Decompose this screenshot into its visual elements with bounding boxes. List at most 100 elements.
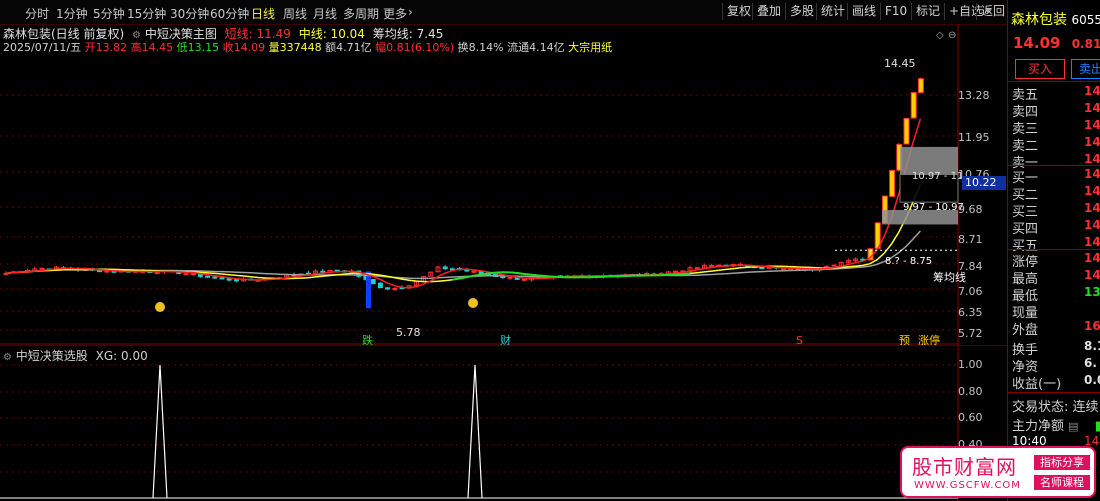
yu-marker: 预 (899, 334, 910, 345)
candle-body (370, 279, 376, 285)
timeframe-0[interactable]: 分时 (25, 5, 49, 22)
quote-panel: 森林包装 6055 14.09 0.81 6 买入 卖出 卖五14.卖四14.卖… (1007, 0, 1100, 501)
sub-axis-label: 0.80 (958, 385, 983, 398)
watermark-tag-course: 名师课程 (1034, 475, 1090, 490)
watermark-url: WWW.GSCFW.COM (914, 480, 1021, 491)
xg-spike (467, 364, 483, 499)
quote-row-value: 14. (1084, 251, 1100, 265)
watermark-tag-share: 指标分享 (1034, 455, 1090, 470)
candle-body (442, 266, 448, 270)
period-toolbar: 分时 1分钟 5分钟 15分钟 30分钟 60分钟 日线 周线 月线 多周期 更多 › 复权 叠加 多股统… (0, 0, 1100, 25)
zone-box (900, 146, 958, 174)
toolbar-button-0[interactable]: 复权 (722, 3, 755, 20)
main-net-text: 主力净额 (1012, 419, 1065, 434)
divider (1008, 165, 1100, 166)
sell-button[interactable]: 卖出 (1071, 59, 1100, 79)
stock-price: 14.09 (1013, 34, 1061, 52)
toolbar-button-3[interactable]: 统计 (816, 3, 849, 20)
candle-body (219, 277, 225, 280)
watermark-text: 股市财富网 (912, 455, 1017, 479)
timeframe-9[interactable]: 多周期 (343, 5, 379, 22)
more-arrow-icon[interactable]: › (408, 5, 413, 19)
price-axis-label: 11.95 (958, 131, 990, 144)
low-price-mark: 5.78 (396, 326, 421, 339)
quote-row-label: 收益(一) (1012, 377, 1062, 392)
candle-body (377, 282, 383, 289)
coin-icon (155, 302, 165, 312)
quote-row-value: 14. (1084, 118, 1100, 132)
sub-axis-label: 0.60 (958, 411, 983, 424)
quote-row-value: 14. (1084, 184, 1100, 198)
xg-sub-chart[interactable] (0, 345, 1007, 501)
stock-name-text: 森林包装 (1011, 12, 1067, 28)
price-axis-label: 13.28 (958, 89, 990, 102)
candle-body (917, 78, 924, 94)
candle-body (521, 278, 527, 281)
candle-body (320, 270, 326, 273)
quote-row-value: 14. (1084, 201, 1100, 215)
candle-body (154, 271, 160, 274)
candle-body (205, 275, 211, 278)
candle-body (366, 271, 371, 309)
zone-label: 10.97 - 11 (912, 171, 963, 182)
stock-price-row: 14.09 0.81 6 (1013, 34, 1100, 52)
diamond-icon[interactable]: ◇ (936, 30, 944, 41)
timeframe-2[interactable]: 5分钟 (93, 5, 125, 22)
quote-row-value: 14. (1084, 167, 1100, 181)
timeframe-4[interactable]: 30分钟 (170, 5, 209, 22)
sub-axis-label: 1.00 (958, 358, 983, 371)
candle-body (471, 270, 477, 273)
quote-row-value: 13. (1084, 285, 1100, 299)
candle-body (759, 267, 765, 270)
quote-row-value: 14. (1084, 84, 1100, 98)
table-icon[interactable]: ▤ (1068, 420, 1078, 433)
timeframe-7[interactable]: 周线 (283, 5, 307, 22)
quote-row-label: 外盘 (1012, 323, 1039, 338)
candle-body (709, 264, 715, 267)
toolbar-button-5[interactable]: F10 (880, 3, 911, 20)
collapse-icon[interactable]: ⊖ (948, 30, 956, 41)
toolbar-button-1[interactable]: 叠加 (752, 3, 785, 20)
candle-body (910, 92, 917, 119)
timeframe-3[interactable]: 15分钟 (127, 5, 166, 22)
timeframe-8[interactable]: 月线 (313, 5, 337, 22)
toolbar-button-4[interactable]: 画线 (847, 3, 880, 20)
candle-body (889, 169, 896, 197)
candle-body (212, 276, 218, 279)
price-axis-label: 7.06 (958, 285, 983, 298)
candle-body (385, 287, 391, 290)
high-price-mark: 14.45 (884, 57, 916, 70)
die-marker: 跌 (362, 333, 373, 345)
quote-row-value: 0.0 (1084, 373, 1100, 387)
timeframe-10[interactable]: 更多 (383, 5, 407, 22)
toolbar-button-2[interactable]: 多股 (785, 3, 818, 20)
candle-body (831, 264, 837, 267)
kline-chart[interactable]: 14.45 5.78 10.97 - 11 9.97 - 10.97 8.? - 8.7… (0, 24, 1007, 345)
short-line (5, 118, 922, 289)
price-axis-label: 5.72 (958, 327, 983, 340)
current-price-tag: 10.22 (962, 176, 1006, 190)
candle-body (903, 117, 910, 145)
toolbar-button-6[interactable]: 标记 (911, 3, 944, 20)
candle-body (507, 276, 513, 279)
timeframe-1[interactable]: 1分钟 (56, 5, 88, 22)
quote-row-value: 8.14 (1084, 339, 1100, 353)
window-menu-icon[interactable]: ▾ (985, 4, 991, 17)
candle-body (233, 278, 239, 282)
timeframe-6[interactable]: 日线 (251, 5, 275, 22)
main-net-label[interactable]: 主力净额 ▤ ▮ (1012, 415, 1100, 434)
price-axis-label: 6.35 (958, 306, 983, 319)
toolbar-button-8[interactable]: 返回 (976, 3, 1009, 20)
coin-icon (468, 298, 478, 308)
buy-button[interactable]: 买入 (1015, 59, 1065, 79)
timeframe-5[interactable]: 60分钟 (210, 5, 249, 22)
limit-up-marker: 涨停 (918, 333, 940, 345)
zone-label: 9.97 - 10.97 (903, 202, 964, 213)
quote-row-value: 14. (1084, 135, 1100, 149)
candle-body (694, 267, 700, 270)
quote-row-value: 14. (1084, 101, 1100, 115)
trade-status: 交易状态: 连续 (1012, 400, 1099, 415)
quote-row-value: 14. (1084, 218, 1100, 232)
candle-body (190, 272, 196, 275)
candle-body (673, 270, 679, 273)
